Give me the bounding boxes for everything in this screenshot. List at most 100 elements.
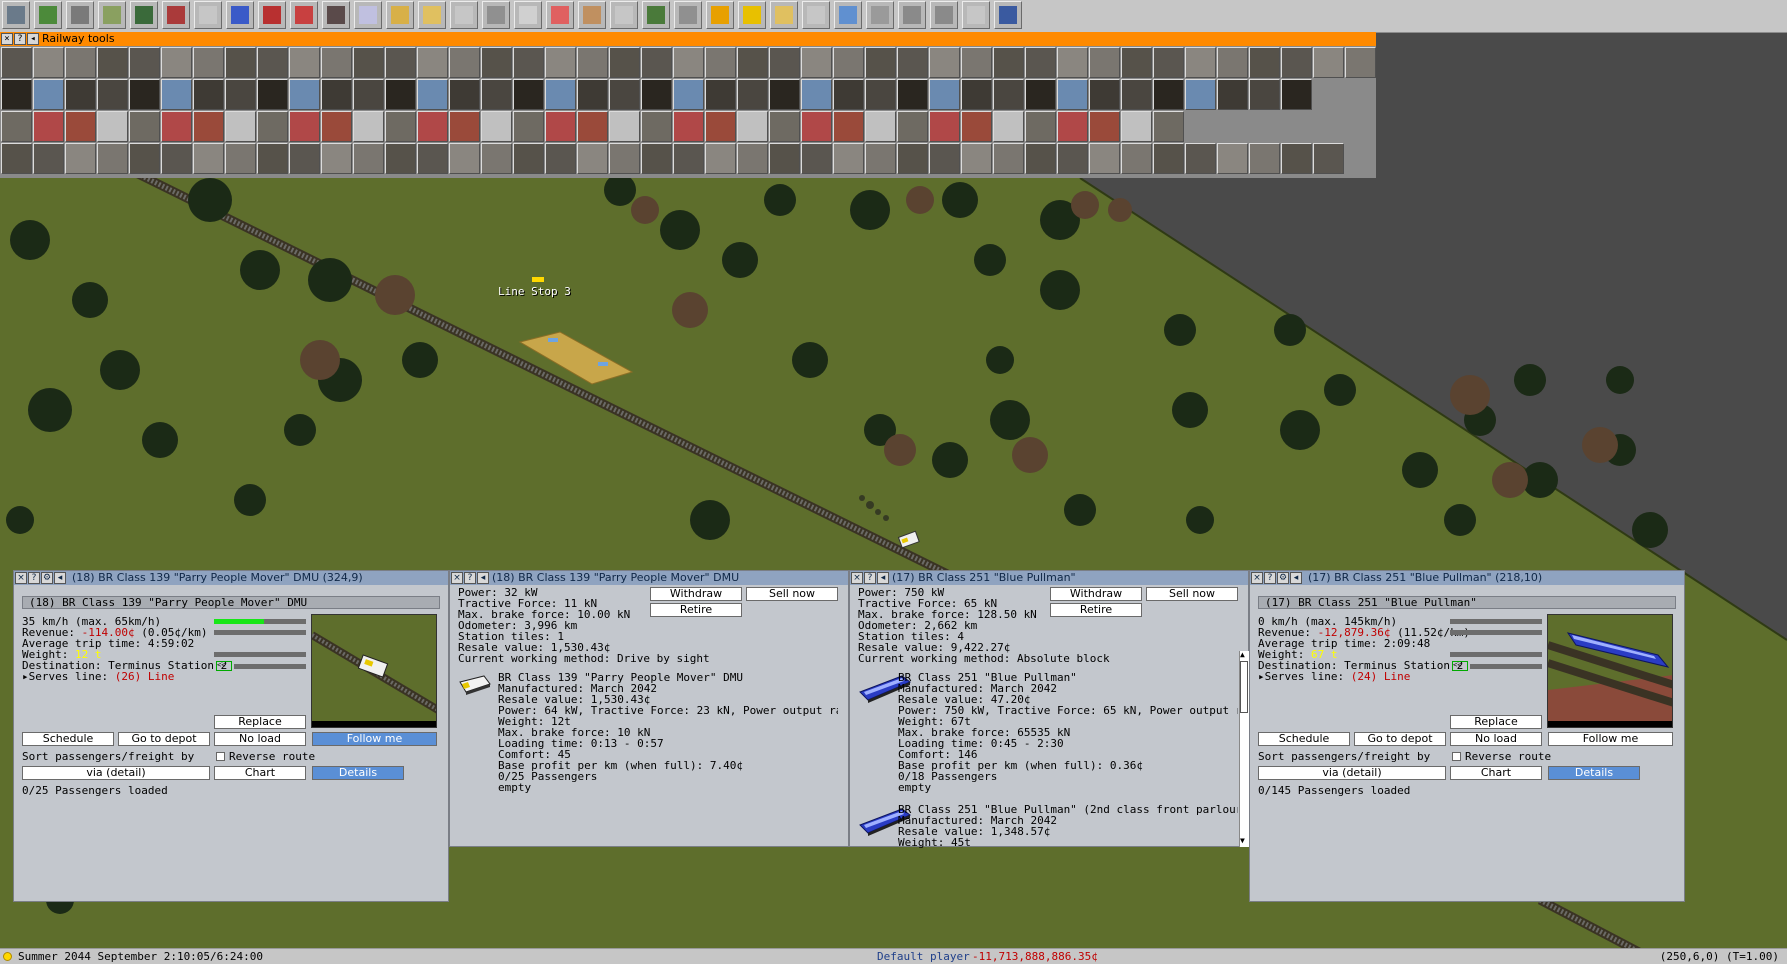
fastforward-icon[interactable] bbox=[738, 1, 766, 29]
rail-vehicle-icon[interactable] bbox=[162, 1, 190, 29]
rail-tool-button[interactable] bbox=[801, 47, 832, 78]
withdraw-button[interactable]: Withdraw bbox=[1050, 587, 1142, 601]
close-icon[interactable]: × bbox=[1251, 572, 1263, 584]
scroll-thumb[interactable] bbox=[1240, 661, 1248, 713]
close-icon[interactable]: × bbox=[1, 33, 13, 45]
rail-tool-button[interactable] bbox=[865, 143, 896, 174]
rail-tool-button[interactable] bbox=[353, 79, 384, 110]
rail-tool-button[interactable] bbox=[737, 47, 768, 78]
rail-tool-button[interactable] bbox=[961, 79, 992, 110]
rail-tool-button[interactable] bbox=[993, 79, 1024, 110]
rail-tool-button[interactable] bbox=[577, 143, 608, 174]
rail-tool-button[interactable] bbox=[513, 47, 544, 78]
schedule-button[interactable]: Schedule bbox=[22, 732, 114, 746]
help-icon[interactable]: ? bbox=[864, 572, 876, 584]
rail-tool-button[interactable] bbox=[481, 111, 512, 142]
rail-tool-button[interactable] bbox=[1153, 143, 1184, 174]
details-button[interactable]: Details bbox=[312, 766, 404, 780]
rail-tool-button[interactable] bbox=[1345, 47, 1376, 78]
rail-tool-button[interactable] bbox=[1217, 143, 1248, 174]
rail-tool-button[interactable] bbox=[737, 143, 768, 174]
replace-button[interactable]: Replace bbox=[214, 715, 306, 729]
rail-tool-button[interactable] bbox=[1249, 47, 1280, 78]
sell-now-button[interactable]: Sell now bbox=[1146, 587, 1238, 601]
rail-tool-button[interactable] bbox=[129, 111, 160, 142]
rail-tool-button[interactable] bbox=[1, 79, 32, 110]
rail-tool-button[interactable] bbox=[929, 111, 960, 142]
rail-tool-button[interactable] bbox=[321, 143, 352, 174]
rail-tool-button[interactable] bbox=[1185, 143, 1216, 174]
rail-tool-button[interactable] bbox=[33, 79, 64, 110]
rail-tool-button[interactable] bbox=[161, 79, 192, 110]
rail-tool-button[interactable] bbox=[833, 79, 864, 110]
schedule-button[interactable]: Schedule bbox=[1258, 732, 1350, 746]
pause-icon[interactable] bbox=[706, 1, 734, 29]
rail-tool-button[interactable] bbox=[865, 79, 896, 110]
rail-tool-button[interactable] bbox=[1089, 79, 1120, 110]
rail-tool-button[interactable] bbox=[161, 111, 192, 142]
rail-tool-button[interactable] bbox=[417, 143, 448, 174]
details-window-titlebar[interactable]: × ? ◂ (17) BR Class 251 "Blue Pullman" bbox=[850, 571, 1248, 585]
no-load-button[interactable]: No load bbox=[214, 732, 306, 746]
rail-tool-button[interactable] bbox=[673, 47, 704, 78]
rail-tool-button[interactable] bbox=[417, 79, 448, 110]
sell-now-button[interactable]: Sell now bbox=[746, 587, 838, 601]
rail-tool-button[interactable] bbox=[1121, 111, 1152, 142]
rail-tool-button[interactable] bbox=[865, 47, 896, 78]
help-icon[interactable]: ? bbox=[14, 33, 26, 45]
rail-tool-button[interactable] bbox=[577, 47, 608, 78]
rail-tool-button[interactable] bbox=[641, 111, 672, 142]
rail-tool-button[interactable] bbox=[641, 47, 672, 78]
rail-tool-button[interactable] bbox=[1313, 143, 1344, 174]
help-icon[interactable]: ? bbox=[1264, 572, 1276, 584]
rail-tool-button[interactable] bbox=[513, 79, 544, 110]
go-to-depot-button[interactable]: Go to depot bbox=[118, 732, 210, 746]
rail-tool-button[interactable] bbox=[1153, 111, 1184, 142]
rail-tool-button[interactable] bbox=[129, 47, 160, 78]
reverse-route-checkbox[interactable] bbox=[216, 752, 225, 761]
vehicle-viewport[interactable] bbox=[311, 614, 437, 728]
rail-tool-button[interactable] bbox=[65, 111, 96, 142]
vehicle-window-titlebar[interactable]: × ? ⚙ ◂ (17) BR Class 251 "Blue Pullman"… bbox=[1250, 571, 1684, 585]
rail-tool-button[interactable] bbox=[481, 79, 512, 110]
rail-tool-button[interactable] bbox=[1281, 79, 1312, 110]
rail-tool-button[interactable] bbox=[225, 47, 256, 78]
ship-icon[interactable] bbox=[354, 1, 382, 29]
rail-tool-button[interactable] bbox=[353, 47, 384, 78]
gear-icon[interactable]: ⚙ bbox=[1277, 572, 1289, 584]
rail-tool-button[interactable] bbox=[257, 47, 288, 78]
rail-tool-button[interactable] bbox=[1, 47, 32, 78]
rail-tool-button[interactable] bbox=[417, 47, 448, 78]
rail-tool-button[interactable] bbox=[929, 143, 960, 174]
rail-tool-button[interactable] bbox=[225, 111, 256, 142]
rail-tool-button[interactable] bbox=[1121, 79, 1152, 110]
withdraw-button[interactable]: Withdraw bbox=[650, 587, 742, 601]
rail-tool-button[interactable] bbox=[1185, 47, 1216, 78]
rail-tool-button[interactable] bbox=[929, 79, 960, 110]
rail-tool-button[interactable] bbox=[1249, 79, 1280, 110]
rail-tool-button[interactable] bbox=[97, 47, 128, 78]
rail-tool-button[interactable] bbox=[897, 79, 928, 110]
rail-tool-button[interactable] bbox=[289, 111, 320, 142]
rail-tool-button[interactable] bbox=[705, 47, 736, 78]
chart-button[interactable]: Chart bbox=[214, 766, 306, 780]
grid-icon[interactable] bbox=[866, 1, 894, 29]
pin-icon[interactable]: ◂ bbox=[27, 33, 39, 45]
close-icon[interactable]: × bbox=[851, 572, 863, 584]
company-icon[interactable] bbox=[578, 1, 606, 29]
sort-via-dropdown[interactable]: via (detail) bbox=[1258, 766, 1446, 780]
rail-tool-button[interactable] bbox=[609, 79, 640, 110]
help-icon[interactable] bbox=[770, 1, 798, 29]
rail-tool-button[interactable] bbox=[257, 143, 288, 174]
chart-button[interactable]: Chart bbox=[1450, 766, 1542, 780]
rail-tool-button[interactable] bbox=[545, 143, 576, 174]
rail-tool-button[interactable] bbox=[1057, 111, 1088, 142]
retire-button[interactable]: Retire bbox=[1050, 603, 1142, 617]
rail-tool-button[interactable] bbox=[769, 79, 800, 110]
rail-tool-button[interactable] bbox=[1089, 47, 1120, 78]
steam-icon[interactable] bbox=[322, 1, 350, 29]
rail-tool-button[interactable] bbox=[1025, 111, 1056, 142]
rail-tool-button[interactable] bbox=[993, 143, 1024, 174]
rail-tool-button[interactable] bbox=[449, 143, 480, 174]
rail-tool-button[interactable] bbox=[1057, 143, 1088, 174]
